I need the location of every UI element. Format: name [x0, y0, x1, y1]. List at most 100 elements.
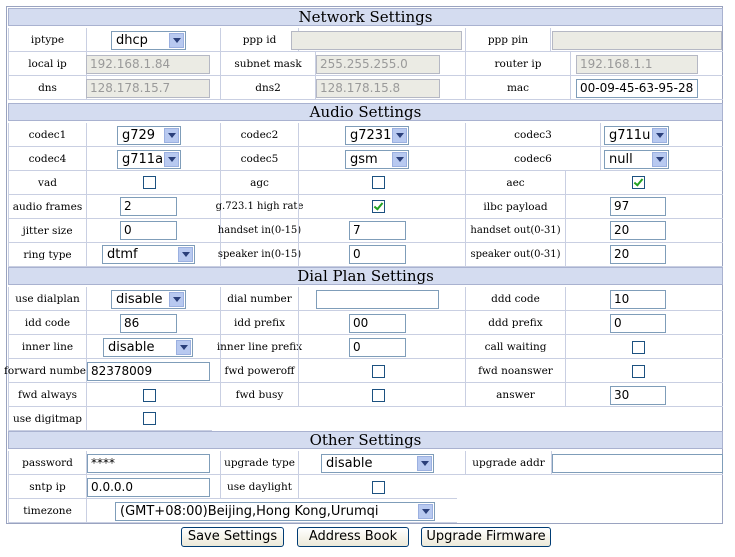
- aec-checkbox[interactable]: [632, 176, 645, 189]
- audio-settings-header: Audio Settings: [8, 103, 723, 121]
- router-ip-label: router ip: [465, 52, 570, 75]
- dropdown-arrow-icon: [169, 33, 184, 48]
- use-dialplan-select[interactable]: disable: [111, 290, 186, 309]
- answer-field[interactable]: 30: [610, 386, 666, 405]
- handset-out-label: handset out(0-31): [465, 219, 565, 242]
- ddd-code-label: ddd code: [465, 287, 565, 310]
- fwd-busy-label: fwd busy: [220, 383, 298, 406]
- dropdown-arrow-icon: [652, 128, 667, 143]
- fwd-always-label: fwd always: [8, 383, 86, 406]
- codec2-select[interactable]: g7231: [345, 126, 409, 145]
- vad-checkbox[interactable]: [143, 176, 156, 189]
- handset-out-field[interactable]: 20: [610, 221, 666, 240]
- ppp-pin-field[interactable]: [552, 31, 722, 50]
- router-ip-field[interactable]: 192.168.1.1: [576, 55, 698, 74]
- codec1-select[interactable]: g729: [117, 126, 181, 145]
- upgrade-type-select[interactable]: disable: [321, 454, 434, 473]
- mac-field[interactable]: 00-09-45-63-95-28: [576, 79, 698, 98]
- dns-field[interactable]: 128.178.15.7: [86, 79, 210, 98]
- use-digitmap-checkbox[interactable]: [143, 412, 156, 425]
- dial-number-field[interactable]: [316, 290, 439, 309]
- inner-line-select[interactable]: disable: [103, 338, 193, 357]
- forward-number-field[interactable]: 82378009: [87, 362, 210, 381]
- dropdown-arrow-icon: [418, 504, 433, 519]
- audio-frames-field[interactable]: 2: [120, 197, 177, 216]
- codec6-select[interactable]: null: [604, 150, 669, 169]
- ppp-id-field[interactable]: [291, 31, 462, 50]
- local-ip-field[interactable]: 192.168.1.84: [86, 55, 210, 74]
- ring-type-select[interactable]: dtmf: [102, 245, 195, 264]
- dropdown-arrow-icon: [169, 292, 184, 307]
- password-field[interactable]: ****: [87, 454, 210, 473]
- iptype-label: iptype: [8, 28, 86, 51]
- dial-plan-settings-header: Dial Plan Settings: [8, 267, 723, 285]
- upgrade-firmware-button[interactable]: Upgrade Firmware: [421, 527, 551, 547]
- iptype-select[interactable]: dhcp: [111, 31, 186, 50]
- idd-code-label: idd code: [8, 311, 86, 334]
- ddd-code-field[interactable]: 10: [610, 290, 666, 309]
- idd-code-field[interactable]: 86: [120, 314, 177, 333]
- dns2-field[interactable]: 128.178.15.8: [316, 79, 440, 98]
- inner-line-label: inner line: [8, 335, 86, 358]
- sntp-ip-field[interactable]: 0.0.0.0: [87, 478, 210, 497]
- fwd-noanswer-label: fwd noanswer: [465, 359, 565, 382]
- ilbc-payload-label: ilbc payload: [465, 195, 565, 218]
- call-waiting-checkbox[interactable]: [632, 341, 645, 354]
- codec5-select[interactable]: gsm: [345, 150, 409, 169]
- codec4-select[interactable]: g711a: [117, 150, 181, 169]
- subnet-mask-field[interactable]: 255.255.255.0: [316, 55, 440, 74]
- timezone-label: timezone: [8, 499, 86, 522]
- g7231-high-rate-checkbox[interactable]: [372, 200, 385, 213]
- dns2-label: dns2: [220, 76, 315, 99]
- upgrade-type-label: upgrade type: [220, 451, 298, 474]
- dropdown-arrow-icon: [176, 340, 191, 355]
- call-waiting-label: call waiting: [465, 335, 565, 358]
- ilbc-payload-field[interactable]: 97: [610, 197, 666, 216]
- upgrade-addr-field[interactable]: [552, 454, 723, 473]
- handset-in-label: handset in(0-15): [218, 219, 301, 242]
- answer-label: answer: [465, 383, 565, 406]
- codec3-select[interactable]: g711u: [604, 126, 669, 145]
- use-daylight-checkbox[interactable]: [372, 481, 385, 494]
- mac-label: mac: [465, 76, 570, 99]
- speaker-out-field[interactable]: 20: [610, 245, 666, 264]
- ppp-pin-label: ppp pin: [465, 28, 550, 51]
- codec1-label: codec1: [8, 123, 86, 146]
- jitter-size-label: jitter size: [8, 219, 86, 242]
- handset-in-field[interactable]: 7: [349, 221, 406, 240]
- fwd-always-checkbox[interactable]: [143, 389, 156, 402]
- ring-type-label: ring type: [8, 243, 86, 266]
- upgrade-addr-label: upgrade addr: [465, 451, 551, 474]
- timezone-select[interactable]: (GMT+08:00)Beijing,Hong Kong,Urumqi: [115, 502, 435, 521]
- save-settings-button[interactable]: Save Settings: [181, 527, 284, 547]
- jitter-size-field[interactable]: 0: [120, 221, 177, 240]
- dropdown-arrow-icon: [164, 152, 179, 167]
- ddd-prefix-label: ddd prefix: [465, 311, 565, 334]
- codec6-label: codec6: [465, 147, 600, 170]
- fwd-poweroff-checkbox[interactable]: [372, 365, 385, 378]
- idd-prefix-field[interactable]: 00: [349, 314, 406, 333]
- dial-number-label: dial number: [220, 287, 298, 310]
- speaker-in-field[interactable]: 0: [349, 245, 406, 264]
- vad-label: vad: [8, 171, 86, 194]
- ddd-prefix-field[interactable]: 0: [610, 314, 666, 333]
- ppp-id-label: ppp id: [220, 28, 298, 51]
- fwd-poweroff-label: fwd poweroff: [220, 359, 298, 382]
- codec4-label: codec4: [8, 147, 86, 170]
- network-settings-header: Network Settings: [8, 8, 723, 26]
- fwd-busy-checkbox[interactable]: [372, 389, 385, 402]
- address-book-button[interactable]: Address Book: [297, 527, 409, 547]
- codec3-label: codec3: [465, 123, 600, 146]
- fwd-noanswer-checkbox[interactable]: [632, 365, 645, 378]
- subnet-mask-label: subnet mask: [220, 52, 315, 75]
- dropdown-arrow-icon: [392, 152, 407, 167]
- use-dialplan-label: use dialplan: [8, 287, 86, 310]
- speaker-in-label: speaker in(0-15): [218, 243, 301, 266]
- sntp-ip-label: sntp ip: [8, 475, 86, 498]
- agc-checkbox[interactable]: [372, 176, 385, 189]
- password-label: password: [8, 451, 86, 474]
- aec-label: aec: [465, 171, 565, 194]
- inner-line-prefix-field[interactable]: 0: [349, 338, 406, 357]
- use-daylight-label: use daylight: [220, 475, 298, 498]
- idd-prefix-label: idd prefix: [220, 311, 298, 334]
